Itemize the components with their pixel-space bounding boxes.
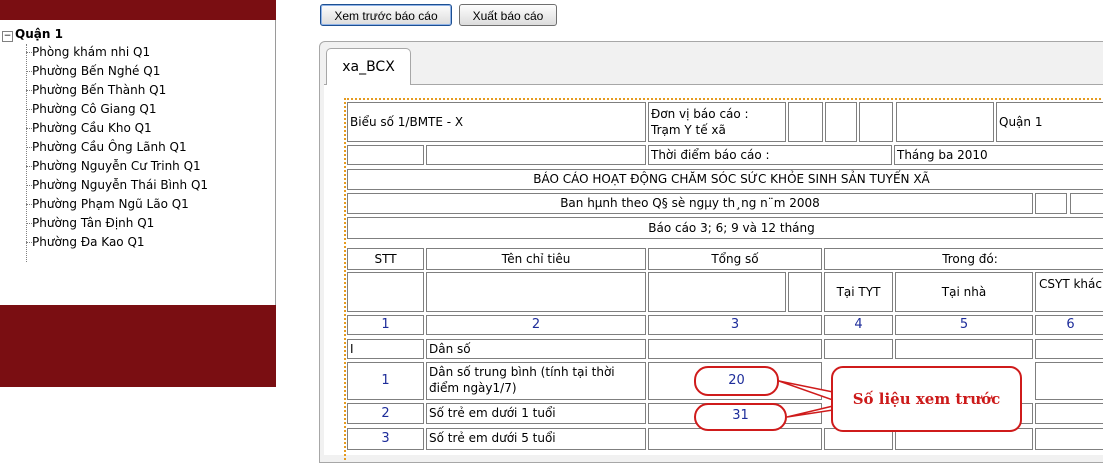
tree-item[interactable]: Phường Bến Thành Q1 [26, 83, 166, 97]
blank-cell [347, 145, 424, 165]
row-at-home [895, 339, 1033, 359]
blank-cell [1035, 193, 1067, 214]
column-number: 2 [426, 315, 646, 335]
row-indicator: Dân số trung bình (tính tại thời điểm ng… [426, 362, 646, 400]
tree-item-label: Phường Bến Thành Q1 [32, 83, 167, 97]
blank-cell [347, 272, 424, 312]
tree-item[interactable]: Phường Đa Kao Q1 [26, 235, 145, 249]
tree-item-label: Phường Nguyễn Thái Bình Q1 [32, 178, 209, 192]
tree-item[interactable]: Phường Tân Định Q1 [26, 216, 154, 230]
row-stt: 1 [347, 362, 424, 400]
tree-item-label: Phường Phạm Ngũ Lão Q1 [32, 197, 189, 211]
left-footer-bar [0, 305, 276, 387]
blank-cell [426, 145, 646, 165]
tree-item-label: Phường Nguyễn Cư Trinh Q1 [32, 159, 201, 173]
column-number: 1 [347, 315, 424, 335]
header-stt: STT [347, 248, 424, 270]
row-other [1035, 362, 1103, 400]
row-stt: I [347, 339, 424, 359]
row-indicator: Số trẻ em dưới 1 tuổi [426, 403, 646, 424]
tree-item[interactable]: Phường Nguyễn Thái Bình Q1 [26, 178, 208, 192]
column-number: 6 [1035, 315, 1103, 335]
tree-item-label: Phòng khám nhi Q1 [32, 45, 151, 59]
preview-data-callout: Số liệu xem trước [831, 366, 1022, 432]
preview-value-population: 20 [694, 366, 779, 396]
time-value-cell: Tháng ba 2010 [894, 145, 1103, 165]
header-at-station: Tại TYT [824, 272, 893, 312]
tree-root[interactable]: − Quận 1 [2, 27, 63, 42]
tree-item[interactable]: Phường Cầu Kho Q1 [26, 121, 152, 135]
blank-cell [1070, 193, 1103, 214]
blank-cell [896, 102, 994, 142]
row-at-station [824, 339, 893, 359]
blank-cell [426, 272, 646, 312]
time-label-cell: Thời điểm báo cáo : [648, 145, 892, 165]
tree-item-label: Phường Cô Giang Q1 [32, 102, 157, 116]
tree-item[interactable]: Phường Cầu Ông Lãnh Q1 [26, 140, 187, 154]
blank-cell [788, 272, 822, 312]
preview-report-button[interactable]: Xem trước báo cáo [320, 4, 452, 26]
row-other [1035, 339, 1103, 359]
report-period: Báo cáo 3; 6; 9 và 12 tháng [347, 217, 1103, 239]
export-report-button[interactable]: Xuất báo cáo [459, 4, 557, 26]
blank-cell [859, 102, 893, 142]
unit-cell: Đơn vị báo cáo : Trạm Y tế xã [648, 102, 786, 142]
tree-item[interactable]: Phường Bến Nghé Q1 [26, 64, 160, 78]
tree-item-label: Phường Cầu Kho Q1 [32, 121, 152, 135]
column-number: 5 [895, 315, 1033, 335]
collapse-icon[interactable]: − [2, 31, 13, 42]
tree-item-label: Phường Đa Kao Q1 [32, 235, 145, 249]
row-indicator: Dân số [426, 339, 646, 359]
header-of-which: Trong đó: [824, 248, 1103, 270]
tree-item-label: Phường Cầu Ông Lãnh Q1 [32, 140, 187, 154]
unit-value: Trạm Y tế xã [651, 123, 726, 137]
header-total: Tổng số [648, 248, 822, 270]
header-other-facility: CSYT khác [1035, 272, 1103, 312]
unit-label: Đơn vị báo cáo : [651, 107, 749, 121]
header-indicator: Tên chỉ tiêu [426, 248, 646, 270]
tree-item[interactable]: Phường Cô Giang Q1 [26, 102, 156, 116]
district-cell: Quận 1 [996, 102, 1103, 142]
row-other [1035, 403, 1103, 424]
blank-cell [648, 272, 786, 312]
blank-cell [788, 102, 823, 142]
left-header-bar [0, 0, 276, 20]
blank-cell [825, 102, 857, 142]
row-total [648, 339, 822, 359]
form-code-cell: Biểu số 1/BMTE - X [347, 102, 646, 142]
tab-xa-bcx[interactable]: xa_BCX [326, 48, 411, 85]
tree-item[interactable]: Phòng khám nhi Q1 [26, 45, 150, 59]
decree-line: Ban hµnh theo Q§ sè ngµy th¸ng n¨m 2008 [347, 193, 1033, 214]
header-at-home: Tại nhà [895, 272, 1033, 312]
tree-item[interactable]: Phường Nguyễn Cư Trinh Q1 [26, 159, 201, 173]
tree-item-label: Phường Tân Định Q1 [32, 216, 155, 230]
tree-item[interactable]: Phường Phạm Ngũ Lão Q1 [26, 197, 189, 211]
tree-item-label: Phường Bến Nghé Q1 [32, 64, 161, 78]
tree-root-label: Quận 1 [15, 27, 63, 41]
row-stt: 2 [347, 403, 424, 424]
report-title: BÁO CÁO HOẠT ĐỘNG CHĂM SÓC SỨC KHỎE SINH… [347, 169, 1103, 190]
preview-value-under1: 31 [694, 403, 787, 431]
column-number: 3 [648, 315, 822, 335]
column-number: 4 [824, 315, 893, 335]
